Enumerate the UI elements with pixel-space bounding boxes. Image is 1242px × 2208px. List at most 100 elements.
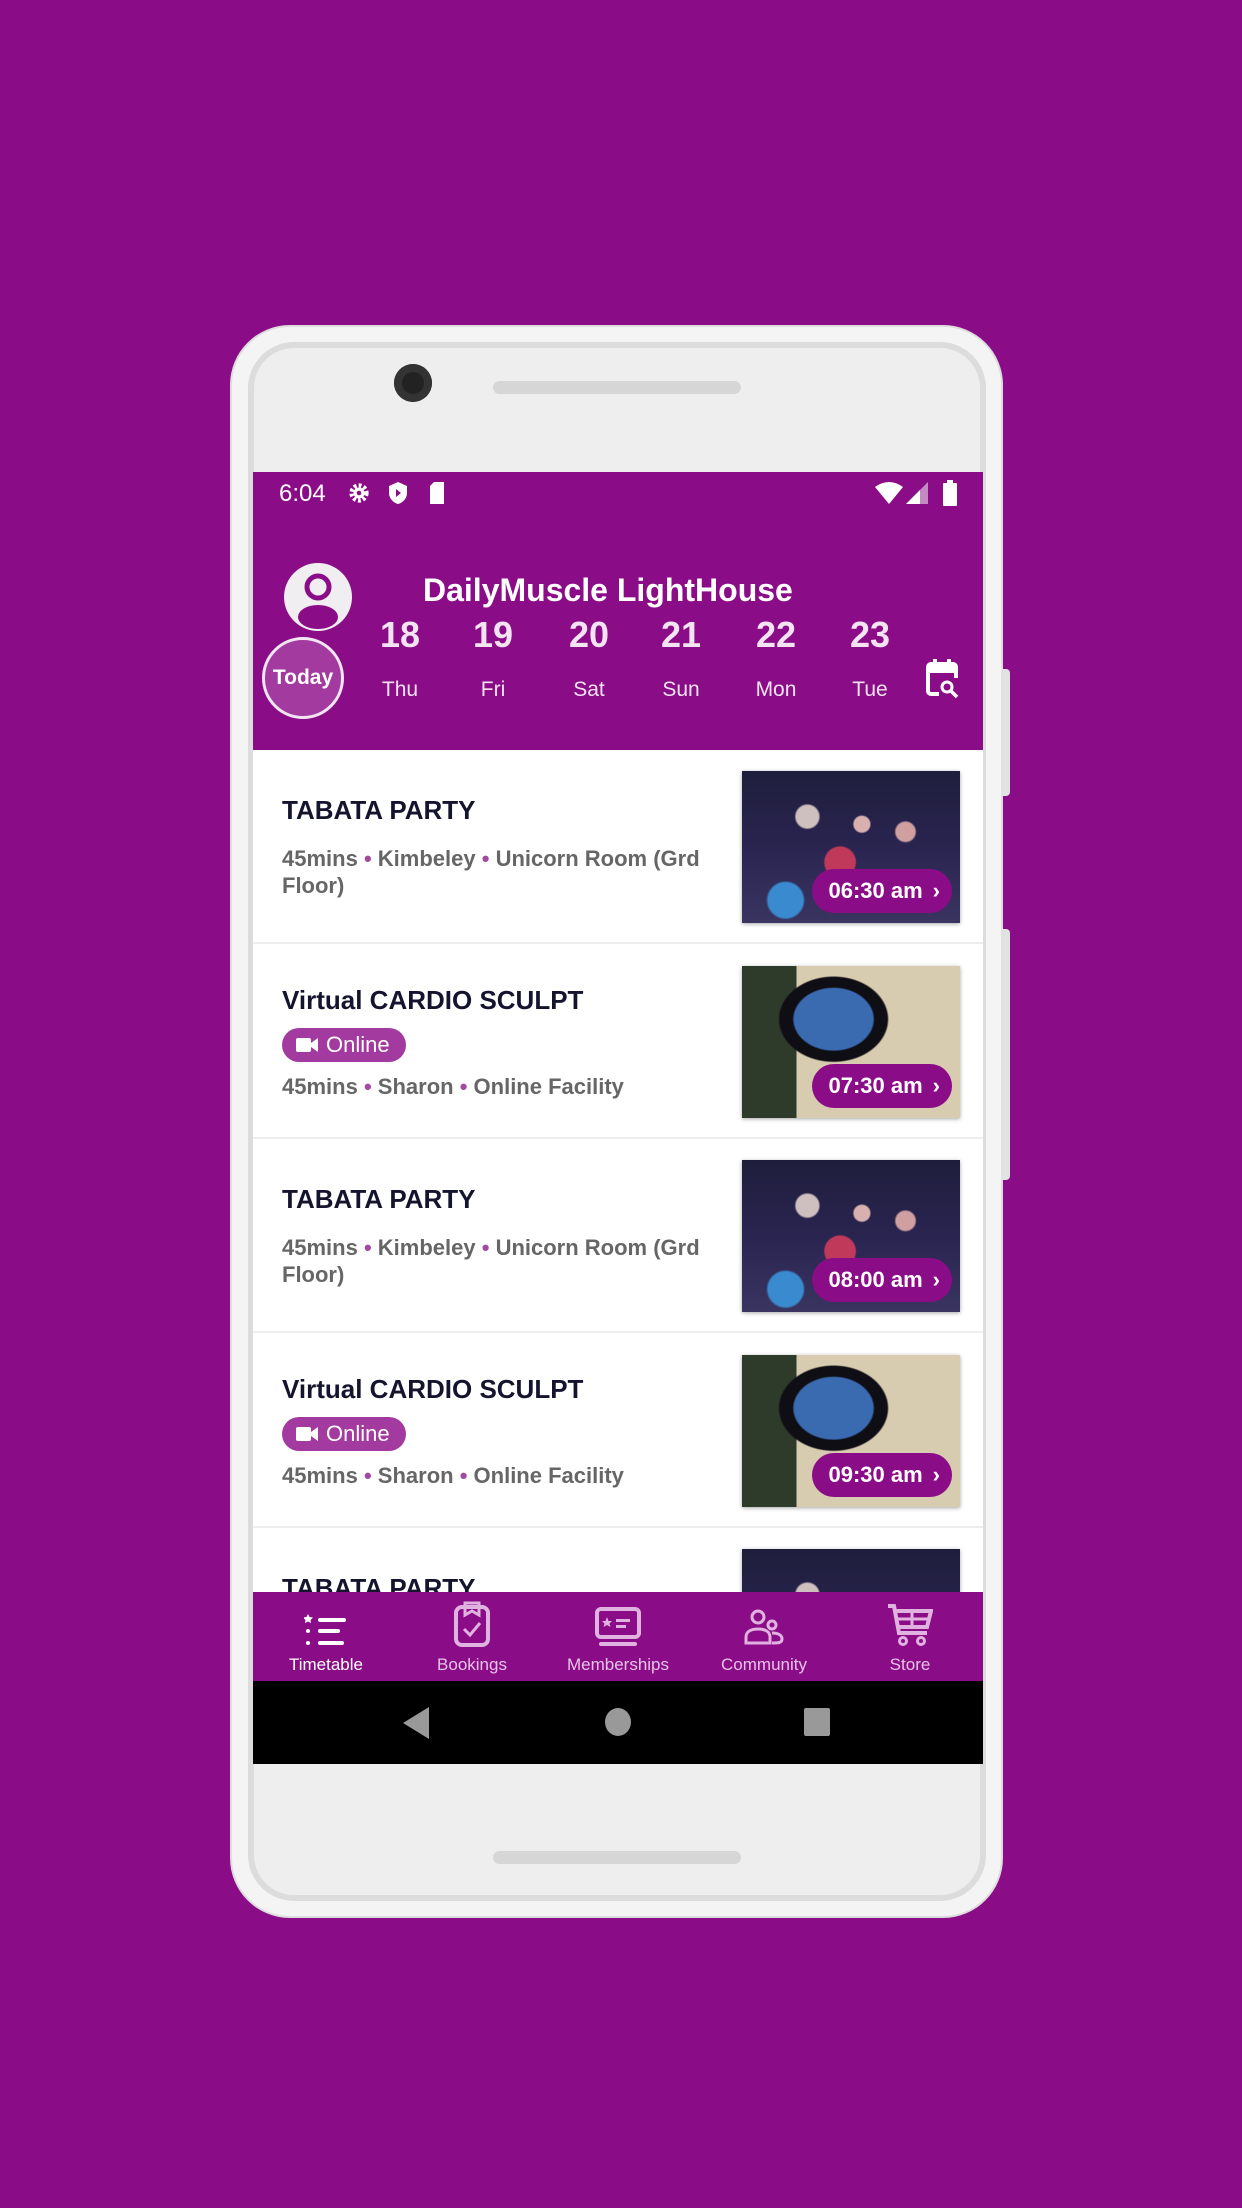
date-number: 23 <box>849 614 891 655</box>
class-thumbnail: 07:30 am › <box>742 966 960 1118</box>
date-day: Mon <box>755 678 797 701</box>
date-item[interactable]: 20 Sat <box>549 614 629 702</box>
recents-button-icon[interactable] <box>803 1707 831 1737</box>
profile-avatar-button[interactable] <box>284 563 352 631</box>
user-icon <box>298 573 338 629</box>
chevron-right-icon: › <box>932 878 940 903</box>
class-thumbnail: 09:30 am › <box>742 1355 960 1507</box>
class-time-button[interactable]: 07:30 am › <box>812 1064 952 1108</box>
volume-button <box>1001 929 1010 1180</box>
today-button[interactable]: Today <box>262 637 344 719</box>
date-day: Fri <box>480 678 506 701</box>
date-day: Thu <box>381 678 419 701</box>
page-title: DailyMuscle LightHouse <box>423 572 793 608</box>
class-title: TABATA PARTY <box>282 795 476 825</box>
signal-icon <box>906 482 928 504</box>
class-time-button[interactable]: 06:30 am › <box>812 869 952 913</box>
class-duration: 45mins <box>282 1235 358 1260</box>
class-thumbnail: 08:00 am › <box>742 1160 960 1312</box>
date-number: 20 <box>568 614 610 655</box>
calendar-search-icon[interactable] <box>925 658 961 700</box>
shopping-cart-icon <box>888 1604 933 1646</box>
class-time: 08:00 am <box>828 1267 923 1292</box>
power-button <box>1001 669 1010 796</box>
class-duration: 45mins <box>282 1463 358 1488</box>
back-button-icon[interactable] <box>403 1707 431 1739</box>
status-time: 6:04 <box>279 480 326 507</box>
battery-icon <box>943 480 957 506</box>
clipboard-check-icon <box>454 1601 490 1647</box>
class-list-item[interactable]: TABATA PARTY 45mins • Kimbeley • Unicorn… <box>253 750 983 944</box>
community-users-icon <box>744 1609 784 1645</box>
date-number: 19 <box>472 614 514 655</box>
class-instructor: Kimbeley <box>377 846 476 871</box>
tab-store[interactable]: Store <box>837 1592 983 1681</box>
membership-card-icon <box>595 1607 641 1646</box>
date-day: Tue <box>852 678 888 701</box>
tab-label: Timetable <box>288 1655 363 1674</box>
class-thumbnail: 06:30 am › <box>742 771 960 923</box>
chevron-right-icon: › <box>932 1462 940 1487</box>
tab-bookings[interactable]: Bookings <box>399 1592 545 1681</box>
class-time-button[interactable]: 09:30 am › <box>812 1453 952 1497</box>
date-item[interactable]: 18 Thu <box>360 614 440 702</box>
class-title: TABATA PARTY <box>282 1184 476 1214</box>
video-camera-icon <box>296 1038 318 1052</box>
class-time-button[interactable]: 08:00 am › <box>812 1258 952 1302</box>
class-time: 07:30 am <box>828 1073 923 1098</box>
gear-icon <box>349 483 369 503</box>
bottom-tab-bar: Timetable Bookings Memberships Community… <box>253 1592 983 1681</box>
tab-memberships[interactable]: Memberships <box>545 1592 691 1681</box>
date-number: 21 <box>660 614 702 655</box>
class-time: 09:30 am <box>828 1462 923 1487</box>
class-instructor: Sharon <box>377 1463 454 1488</box>
date-item[interactable]: 22 Mon <box>736 614 816 702</box>
class-meta: 45mins • Sharon • Online Facility <box>282 1074 624 1099</box>
class-list-item[interactable]: Virtual CARDIO SCULPT Online 45mins • Sh… <box>253 945 983 1139</box>
class-title: Virtual CARDIO SCULPT <box>282 985 584 1015</box>
tab-label: Memberships <box>566 1655 670 1674</box>
online-label: Online <box>326 1032 390 1057</box>
class-meta: 45mins • Sharon • Online Facility <box>282 1463 624 1488</box>
class-duration: 45mins <box>282 846 358 871</box>
tab-community[interactable]: Community <box>691 1592 837 1681</box>
date-day: Sat <box>573 678 605 701</box>
timetable-list-icon <box>304 1614 346 1645</box>
class-meta: 45mins • Kimbeley • Unicorn Room (Grd Fl… <box>282 1235 700 1287</box>
tab-timetable[interactable]: Timetable <box>253 1592 399 1681</box>
status-bar: 6:04 <box>253 472 983 514</box>
sd-card-icon <box>430 482 444 504</box>
home-button-icon[interactable] <box>604 1707 632 1737</box>
date-day: Sun <box>662 678 700 701</box>
wifi-icon <box>875 482 903 504</box>
video-camera-icon <box>296 1427 318 1441</box>
date-item[interactable]: 19 Fri <box>453 614 533 702</box>
android-nav-bar <box>253 1681 983 1764</box>
class-instructor: Sharon <box>377 1074 454 1099</box>
chevron-right-icon: › <box>932 1073 940 1098</box>
top-speaker <box>493 381 741 394</box>
date-number: 18 <box>379 614 421 655</box>
front-camera <box>394 364 432 402</box>
date-item[interactable]: 23 Tue <box>830 614 910 702</box>
date-number: 22 <box>755 614 797 655</box>
tab-label: Store <box>889 1655 931 1674</box>
date-item[interactable]: 21 Sun <box>641 614 721 702</box>
bottom-speaker <box>493 1851 741 1864</box>
online-badge: Online <box>282 1028 406 1062</box>
class-list-item[interactable]: TABATA PARTY 45mins • Kimbeley • Unicorn… <box>253 1139 983 1333</box>
class-location: Online Facility <box>473 1463 624 1488</box>
online-label: Online <box>326 1421 390 1446</box>
tab-label: Community <box>721 1655 807 1674</box>
app-header: DailyMuscle LightHouse Today 18 Thu 19 Fri… <box>253 514 983 750</box>
class-instructor: Kimbeley <box>377 1235 476 1260</box>
tab-label: Bookings <box>437 1655 507 1674</box>
class-title: Virtual CARDIO SCULPT <box>282 1374 584 1404</box>
class-location: Online Facility <box>473 1074 624 1099</box>
class-time: 06:30 am <box>828 878 923 903</box>
app-screen: 6:04 DailyMuscle LightHouse Today 18 Thu … <box>253 472 983 1764</box>
class-list-item[interactable]: Virtual CARDIO SCULPT Online 45mins • Sh… <box>253 1334 983 1528</box>
shield-icon <box>389 482 407 504</box>
chevron-right-icon: › <box>932 1267 940 1292</box>
online-badge: Online <box>282 1417 406 1451</box>
